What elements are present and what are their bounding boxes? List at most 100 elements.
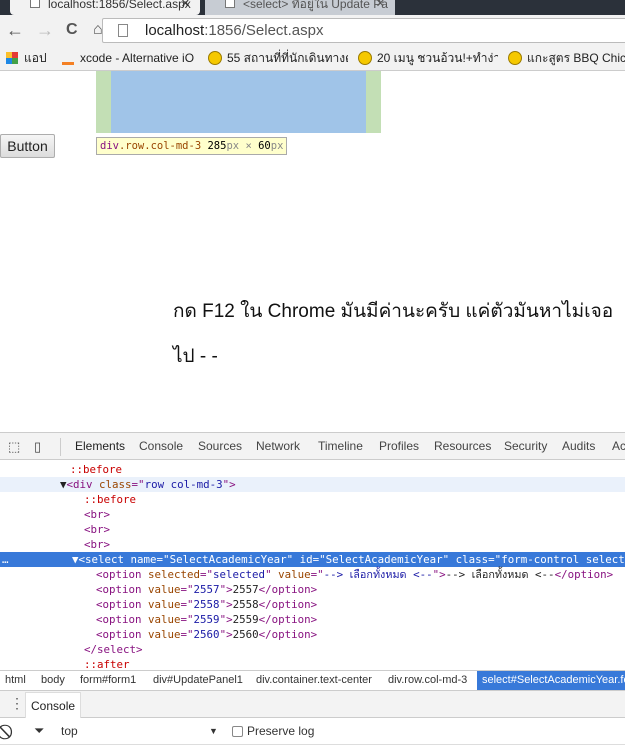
code-token-tag: "> <box>219 598 233 611</box>
code-token-tag: "> <box>219 583 233 596</box>
page-text-line-2: ไป - - <box>173 346 218 367</box>
dom-node[interactable]: <option value="2560">2560</option> <box>0 627 625 642</box>
reload-icon[interactable]: C <box>66 20 78 40</box>
code-token-tag: "> <box>219 628 233 641</box>
tab-security[interactable]: Security <box>504 433 547 459</box>
more-icon[interactable]: ⋮ <box>10 696 24 710</box>
close-tab-icon[interactable]: ✕ <box>376 0 385 10</box>
code-token-val: selected <box>213 568 266 581</box>
code-token-pseudo: ::before <box>84 493 137 506</box>
code-token-tag: "> <box>432 568 446 581</box>
code-token-attr: class <box>455 553 489 566</box>
device-mode-icon[interactable]: ▯ <box>34 433 41 459</box>
address-bar[interactable]: localhost:1856/Select.aspx <box>102 18 625 43</box>
console-toolbar: ⃠ ⏷ top ▼ Preserve log <box>0 718 625 745</box>
code-token-val: 2559 <box>193 613 220 626</box>
code-token-tag: </option> <box>258 613 318 626</box>
inspect-tooltip: div.row.col-md-3 285px × 60px <box>96 137 288 155</box>
code-token-tag: =" <box>156 553 170 566</box>
more-dots-icon[interactable]: … <box>2 552 9 567</box>
chevron-down-icon[interactable]: ▼ <box>209 718 218 744</box>
dom-node[interactable]: <option value="2557">2557</option> <box>0 582 625 597</box>
code-token-tag: <div <box>66 478 100 491</box>
breadcrumb-item[interactable]: div#UpdatePanel1 <box>153 671 243 690</box>
tab-console[interactable]: Console <box>139 433 183 459</box>
preserve-log-label: Preserve log <box>247 724 315 738</box>
dom-node-selected[interactable]: … ▼<select name="SelectAcademicYear" id="… <box>0 552 625 567</box>
tab-console-drawer[interactable]: Console <box>25 692 82 718</box>
dom-node[interactable]: <option value="2558">2558</option> <box>0 597 625 612</box>
tab-timeline[interactable]: Timeline <box>318 433 363 459</box>
breadcrumb-item[interactable]: html <box>5 671 26 690</box>
code-token-tag: <br> <box>84 523 111 536</box>
apps-icon <box>6 52 18 64</box>
code-token-val: form-control selectpicker <box>501 553 625 566</box>
code-token-text: --> เลือกทั้งหมด <-- <box>445 568 555 581</box>
code-token-pseudo: ::before <box>70 463 123 476</box>
inspect-element-icon[interactable]: ⬚ <box>8 433 20 459</box>
breadcrumb-item[interactable]: form#form1 <box>80 671 136 690</box>
code-token-attr: value <box>148 628 181 641</box>
dom-node[interactable]: <option value="2559">2559</option> <box>0 612 625 627</box>
code-token-tag: </option> <box>258 598 318 611</box>
close-tab-icon[interactable]: ✕ <box>181 0 190 10</box>
dom-node[interactable]: <br> <box>0 537 625 552</box>
context-select[interactable]: top <box>61 718 78 744</box>
tab-audits[interactable]: Audits <box>562 433 595 459</box>
dom-node[interactable]: <br> <box>0 507 625 522</box>
dom-node[interactable]: <br> <box>0 522 625 537</box>
page-icon <box>30 0 40 8</box>
elements-panel: ::before ▼<div class="row col-md-3">::bef… <box>0 460 625 670</box>
tab-resources[interactable]: Resources <box>434 433 491 459</box>
dom-node-code: </select> <box>84 642 143 657</box>
filter-icon[interactable]: ⏷ <box>34 718 44 744</box>
dom-node-code: <option value="2558">2558</option> <box>96 597 317 612</box>
bookmark-item[interactable]: xcode - Alternative iO <box>62 45 197 70</box>
code-token-text: 2557 <box>232 583 259 596</box>
code-token-attr: class <box>99 478 132 491</box>
code-token-attr: value <box>148 583 181 596</box>
smiley-icon <box>208 51 222 65</box>
tab-sources[interactable]: Sources <box>198 433 242 459</box>
dom-node-code: <br> <box>84 507 110 522</box>
breadcrumb-item[interactable]: div.container.text-center <box>256 671 372 690</box>
dom-node[interactable]: <option selected="selected" value="--> เ… <box>0 567 625 582</box>
breadcrumb: html body form#form1 div#UpdatePanel1 div.co… <box>0 670 625 690</box>
dom-node[interactable]: </select> <box>0 642 625 657</box>
bookmark-item[interactable]: 20 เมนู ชวนอ้วน!+ทำง่าย <box>358 45 498 70</box>
bookmark-item[interactable]: 55 สถานที่ที่นักเดินทางต้อ <box>208 45 348 70</box>
tab-network[interactable]: Network <box>256 433 300 459</box>
dom-node[interactable]: ::before <box>0 462 625 477</box>
code-token-tag: <br> <box>84 508 111 521</box>
code-token-tag: </option> <box>554 568 614 581</box>
dom-node[interactable]: ::after <box>0 657 625 670</box>
browser-tab-active[interactable]: localhost:1856/Select.aspx ✕ <box>10 0 200 15</box>
page-button[interactable]: Button <box>0 134 55 158</box>
code-token-attr: value <box>148 598 181 611</box>
tab-ac[interactable]: Ac <box>612 433 625 459</box>
bookmark-item[interactable]: แกะสูตร BBQ Chick <box>508 45 625 70</box>
code-token-attr: value <box>148 613 181 626</box>
preserve-log-checkbox[interactable] <box>232 726 243 737</box>
code-token-tag: =" <box>200 568 214 581</box>
forward-icon[interactable]: → <box>36 20 54 40</box>
breadcrumb-item[interactable]: body <box>41 671 65 690</box>
dom-node-code: <option value="2560">2560</option> <box>96 627 317 642</box>
code-token-tag: =" <box>180 628 194 641</box>
breadcrumb-item[interactable]: div.row.col-md-3 <box>388 671 467 690</box>
browser-tab[interactable]: <select> ที่อยู่ใน Update Pa ✕ <box>205 0 395 15</box>
bookmarks-bar: แอป xcode - Alternative iO 55 สถานที่ที่… <box>0 45 625 71</box>
code-token-tag: =" <box>180 583 194 596</box>
bookmark-apps[interactable]: แอป <box>6 45 47 70</box>
breadcrumb-item[interactable]: select#SelectAcademicYear.form-control <box>477 671 625 690</box>
code-token-tag: <option <box>96 583 149 596</box>
inspect-content-overlay <box>111 71 366 133</box>
tab-elements[interactable]: Elements <box>75 433 125 459</box>
dom-node[interactable]: ::before <box>0 492 625 507</box>
code-token-tag: =" <box>488 553 502 566</box>
tab-profiles[interactable]: Profiles <box>379 433 419 459</box>
page-icon <box>225 0 235 8</box>
dom-node[interactable]: ▼<div class="row col-md-3"> <box>0 477 625 492</box>
back-icon[interactable]: ← <box>6 20 24 40</box>
code-token-tag: " <box>265 568 279 581</box>
